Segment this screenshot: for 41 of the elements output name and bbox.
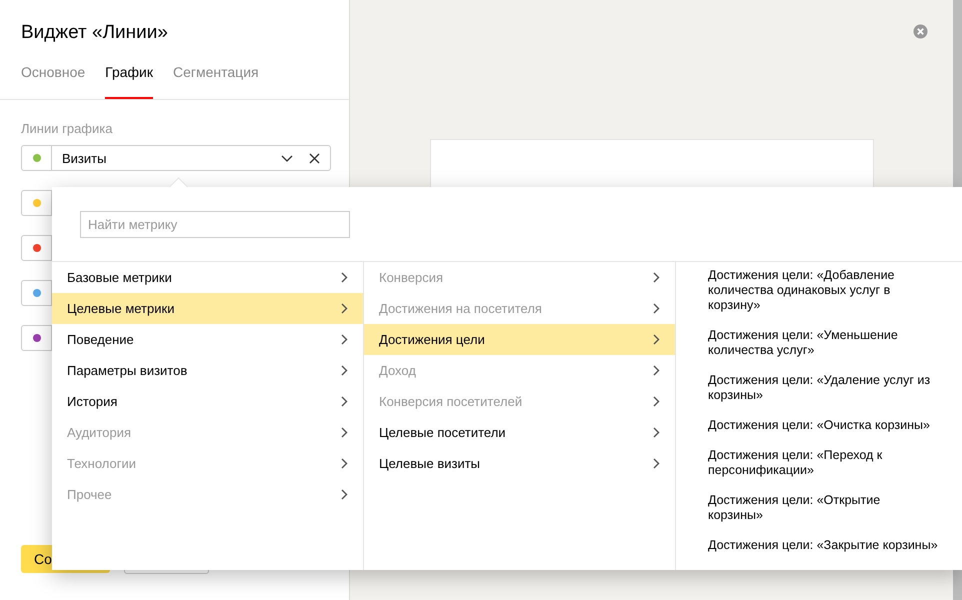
- select-value: Визиты: [62, 150, 108, 166]
- chevron-icon: [341, 334, 348, 345]
- chevron-icon: [653, 272, 660, 283]
- chevron-icon: [341, 365, 348, 376]
- menu-item[interactable]: Целевые посетители: [364, 417, 675, 448]
- chevron-icon: [653, 334, 660, 345]
- chevron-icon: [341, 489, 348, 500]
- tab[interactable]: Сегментация: [173, 58, 259, 99]
- metric-option[interactable]: Достижения цели: «Удаление услуг из корзины»: [708, 373, 938, 403]
- metric-option[interactable]: Достижения цели: «Переход к персонификации»: [708, 448, 938, 478]
- metric-option[interactable]: Достижения цели: «Открытие корзины»: [708, 493, 938, 523]
- chevron-icon: [341, 272, 348, 283]
- metric-option[interactable]: Достижения цели: «Очистка корзины»: [708, 418, 938, 433]
- menu-item[interactable]: Достижения цели: [364, 324, 675, 355]
- menu-item[interactable]: Целевые метрики: [52, 293, 363, 324]
- chevron-icon: [341, 427, 348, 438]
- menu-item[interactable]: Поведение: [52, 324, 363, 355]
- chevron-icon: [341, 396, 348, 407]
- menu-item[interactable]: Параметры визитов: [52, 355, 363, 386]
- chevron-icon: [653, 458, 660, 469]
- menu-item[interactable]: История: [52, 386, 363, 417]
- tab[interactable]: График: [105, 58, 153, 99]
- chevron-icon: [653, 396, 660, 407]
- chevron-icon: [653, 303, 660, 314]
- tab[interactable]: Основное: [21, 58, 86, 99]
- caret-icon[interactable]: [281, 154, 293, 162]
- close-icon[interactable]: [913, 24, 928, 39]
- clear-icon[interactable]: [309, 152, 320, 164]
- panel-title: Виджет «Линии»: [21, 22, 169, 44]
- section-label: Линии графика: [21, 121, 114, 136]
- chevron-icon: [653, 365, 660, 376]
- metric-option[interactable]: Достижения цели: «Добавление количества одинаковых услуг в корзину»: [708, 268, 938, 313]
- metric-option[interactable]: Достижения цели: «Закрытие корзины»: [708, 538, 938, 553]
- menu-item[interactable]: Базовые метрики: [52, 262, 363, 293]
- chevron-icon: [653, 427, 660, 438]
- line-select[interactable]: Визиты: [21, 145, 331, 171]
- chevron-icon: [341, 303, 348, 314]
- menu-item[interactable]: Целевые визиты: [364, 448, 675, 479]
- search-field[interactable]: Найти метрику: [80, 210, 350, 238]
- metric-option[interactable]: Достижения цели: «Уменьшение количества услуг»: [708, 328, 938, 358]
- chevron-icon: [341, 458, 348, 469]
